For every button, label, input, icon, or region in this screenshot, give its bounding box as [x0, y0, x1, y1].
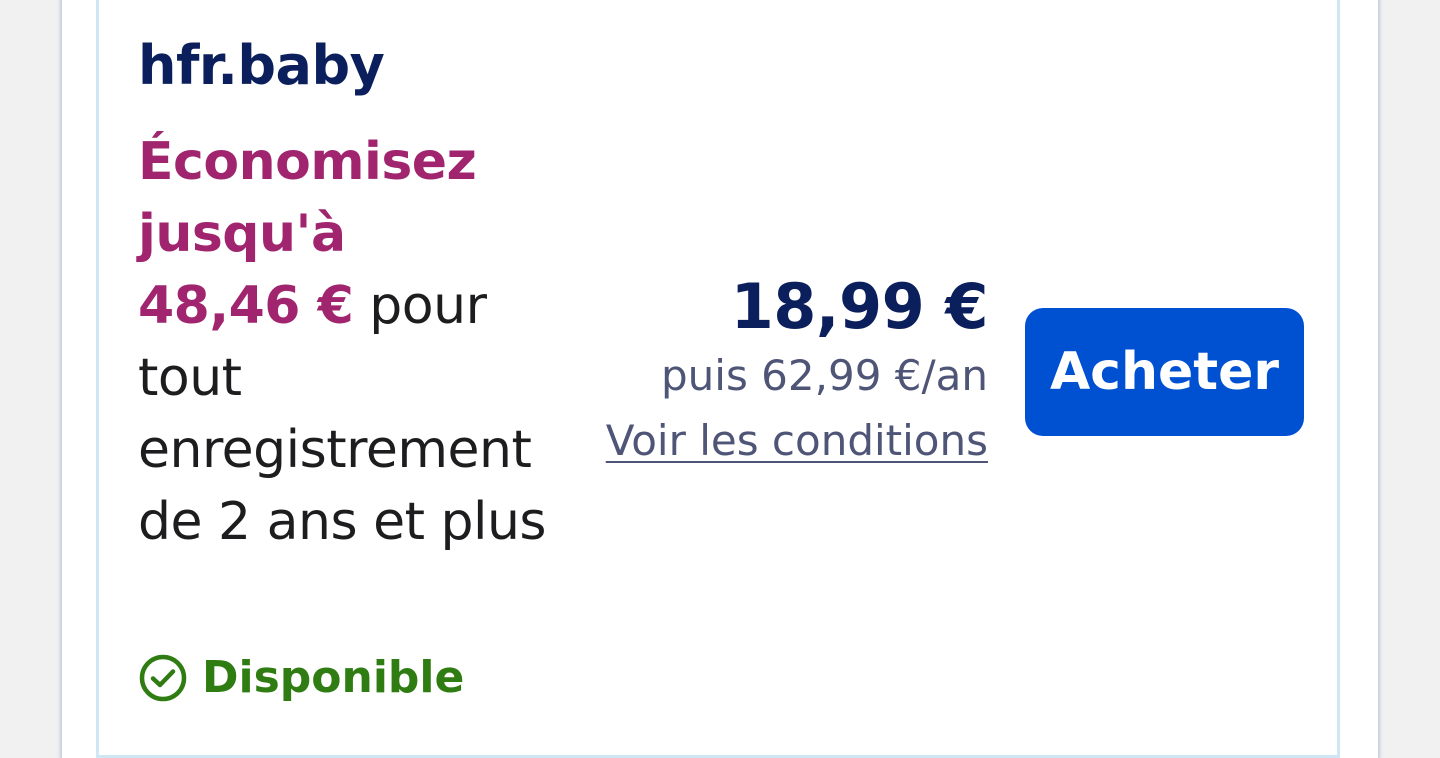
availability-status: Disponible — [138, 652, 464, 703]
promo-prefix: Économisez jusqu'à — [138, 132, 477, 264]
domain-name: hfr.baby — [138, 34, 385, 97]
promo-amount: 48,46 € — [138, 276, 354, 336]
renewal-price: puis 62,99 €/an — [661, 351, 988, 400]
check-circle-icon — [138, 653, 188, 703]
promo-text: Économisez jusqu'à 48,46 € pour tout enre… — [138, 126, 578, 558]
price-block: 18,99 € puis 62,99 €/an Voir les conditi… — [606, 270, 989, 474]
buy-button[interactable]: Acheter — [1025, 308, 1304, 436]
conditions-link[interactable]: Voir les conditions — [606, 408, 988, 474]
price: 18,99 € — [730, 270, 989, 343]
availability-label: Disponible — [202, 652, 465, 703]
